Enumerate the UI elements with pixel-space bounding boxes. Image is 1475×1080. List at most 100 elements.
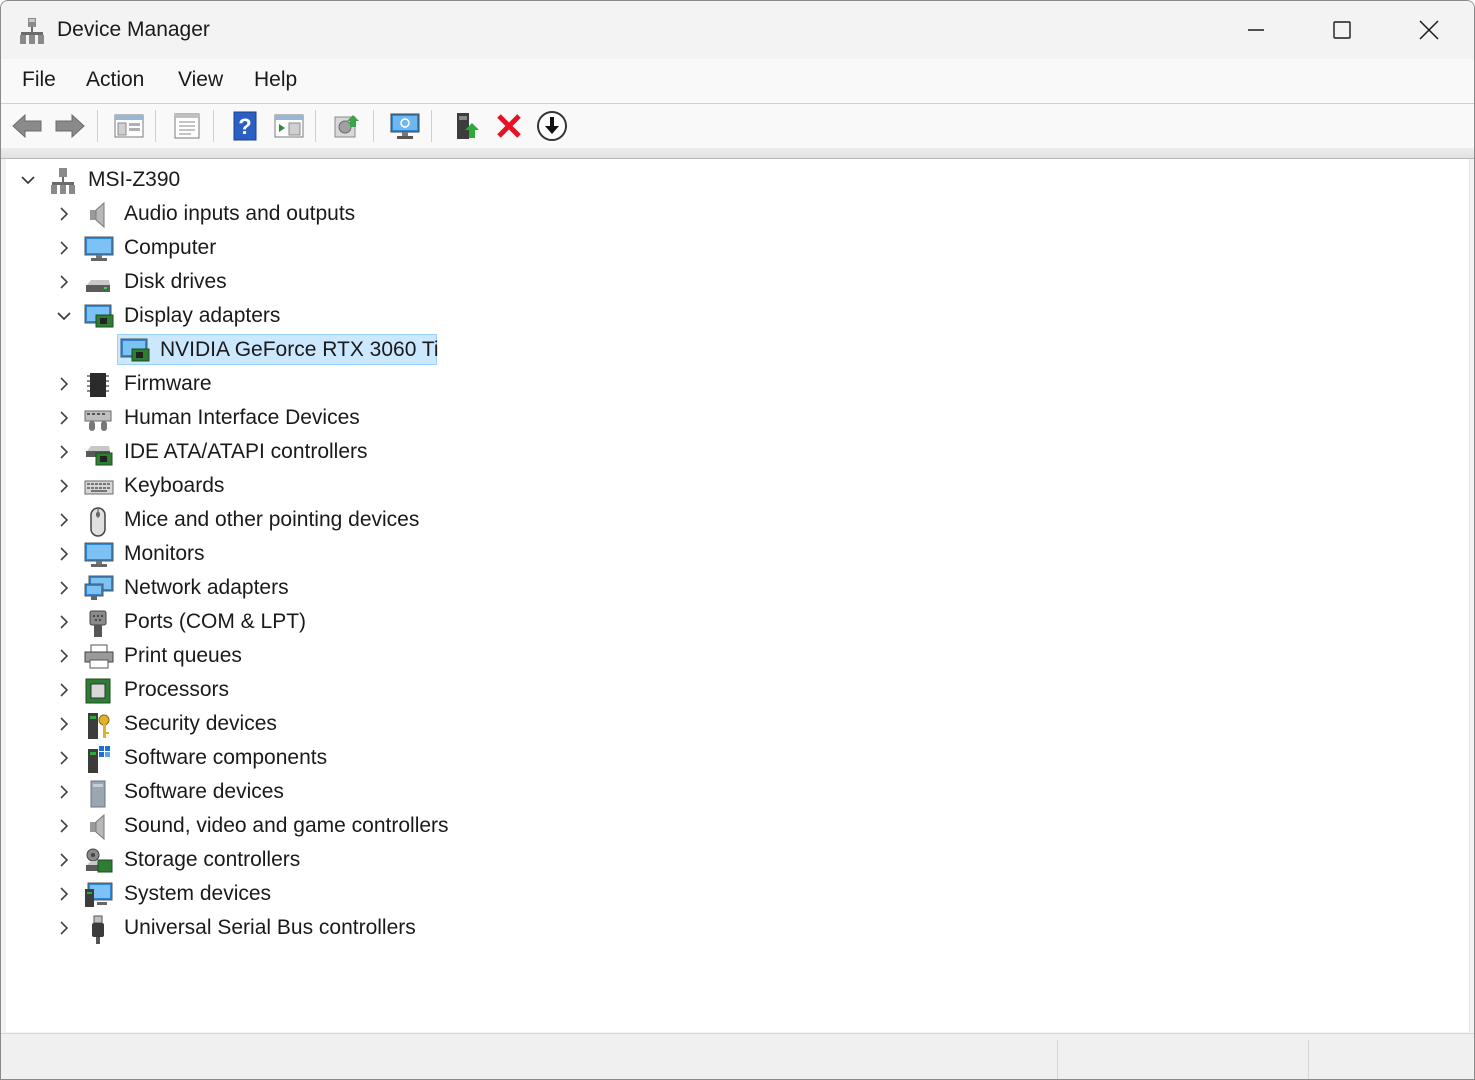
- toolbar-divider: [1, 148, 1474, 159]
- menu-help[interactable]: Help: [254, 68, 297, 92]
- chevron-right-icon[interactable]: [57, 241, 71, 255]
- tree-category-software-devices[interactable]: Software devices: [6, 775, 1469, 809]
- tree-category-processors[interactable]: Processors: [6, 673, 1469, 707]
- tree-category-monitors[interactable]: Monitors: [6, 537, 1469, 571]
- status-bar: [1, 1033, 1474, 1079]
- security-key-icon: [84, 711, 112, 739]
- chevron-right-icon[interactable]: [57, 513, 71, 527]
- software-component-icon: [84, 745, 112, 773]
- tree-category-label: Monitors: [124, 542, 205, 565]
- forward-arrow-icon[interactable]: [52, 108, 88, 144]
- tree-category-label: Mice and other pointing devices: [124, 508, 420, 531]
- scan-hardware-changes-icon[interactable]: [387, 108, 423, 144]
- chevron-right-icon[interactable]: [57, 377, 71, 391]
- minimize-icon: [1248, 29, 1264, 31]
- tree-category-hid[interactable]: Human Interface Devices: [6, 401, 1469, 435]
- chevron-right-icon[interactable]: [57, 445, 71, 459]
- storage-controller-icon: [84, 847, 113, 873]
- keyboard-icon: [84, 473, 114, 499]
- chevron-right-icon[interactable]: [57, 819, 71, 833]
- display-adapter-icon: [120, 337, 150, 363]
- chevron-right-icon[interactable]: [57, 581, 71, 595]
- tree-category-label: Processors: [124, 678, 230, 701]
- tree-category-system-devices[interactable]: System devices: [6, 877, 1469, 911]
- tree-category-label: Print queues: [124, 644, 242, 667]
- chevron-right-icon[interactable]: [57, 649, 71, 663]
- window-title: Device Manager: [57, 18, 210, 41]
- show-action-pane-icon[interactable]: [271, 108, 307, 144]
- uninstall-device-icon[interactable]: [491, 108, 527, 144]
- tree-category-computer[interactable]: Computer: [6, 231, 1469, 265]
- tree-category-ide[interactable]: IDE ATA/ATAPI controllers: [6, 435, 1469, 469]
- svg-text:?: ?: [238, 114, 251, 139]
- tree-category-audio[interactable]: Audio inputs and outputs: [6, 197, 1469, 231]
- chevron-right-icon[interactable]: [57, 717, 71, 731]
- add-legacy-hardware-icon[interactable]: [449, 108, 485, 144]
- close-button[interactable]: [1386, 1, 1472, 59]
- chevron-down-icon[interactable]: [21, 173, 35, 187]
- tree-category-label: Network adapters: [124, 576, 289, 599]
- speaker-icon: [84, 201, 112, 229]
- tree-category-label: Firmware: [124, 372, 212, 395]
- tree-category-label: Software devices: [124, 780, 284, 803]
- chevron-right-icon[interactable]: [57, 887, 71, 901]
- back-arrow-icon[interactable]: [9, 108, 45, 144]
- tree-category-firmware[interactable]: Firmware: [6, 367, 1469, 401]
- show-hide-console-tree-icon[interactable]: [111, 108, 147, 144]
- firmware-chip-icon: [84, 371, 112, 397]
- device-tree[interactable]: MSI-Z390 Audio inputs and outputs Comput…: [6, 159, 1470, 1032]
- ide-controller-icon: [84, 439, 113, 466]
- tree-device-label: NVIDIA GeForce RTX 3060 Ti: [160, 338, 439, 361]
- status-bar-divider: [1308, 1040, 1309, 1079]
- tree-category-storage-controllers[interactable]: Storage controllers: [6, 843, 1469, 877]
- mouse-icon: [84, 507, 112, 537]
- tree-category-usb-controllers[interactable]: Universal Serial Bus controllers: [6, 911, 1469, 945]
- chevron-right-icon[interactable]: [57, 615, 71, 629]
- port-icon: [84, 609, 112, 637]
- chevron-right-icon[interactable]: [57, 853, 71, 867]
- menu-view[interactable]: View: [178, 68, 223, 92]
- tree-device-nvidia-gpu[interactable]: NVIDIA GeForce RTX 3060 Ti: [6, 333, 1469, 367]
- title-bar[interactable]: Device Manager: [1, 1, 1474, 59]
- tree-category-label: Sound, video and game controllers: [124, 814, 449, 837]
- tree-category-software-components[interactable]: Software components: [6, 741, 1469, 775]
- tree-category-ports[interactable]: Ports (COM & LPT): [6, 605, 1469, 639]
- menu-action[interactable]: Action: [86, 68, 144, 92]
- status-bar-divider: [1057, 1040, 1058, 1079]
- monitor-icon: [84, 541, 114, 567]
- minimize-button[interactable]: [1213, 1, 1299, 59]
- chevron-right-icon[interactable]: [57, 207, 71, 221]
- tree-category-label: Ports (COM & LPT): [124, 610, 307, 633]
- tree-category-label: Software components: [124, 746, 328, 769]
- menu-file[interactable]: File: [22, 68, 56, 92]
- chevron-right-icon[interactable]: [57, 921, 71, 935]
- disable-device-icon[interactable]: [534, 108, 570, 144]
- tree-category-network-adapters[interactable]: Network adapters: [6, 571, 1469, 605]
- tree-category-label: Display adapters: [124, 304, 281, 327]
- tree-category-label: Security devices: [124, 712, 277, 735]
- tree-category-mice[interactable]: Mice and other pointing devices: [6, 503, 1469, 537]
- chevron-right-icon[interactable]: [57, 683, 71, 697]
- tree-category-sound-video-game[interactable]: Sound, video and game controllers: [6, 809, 1469, 843]
- chevron-right-icon[interactable]: [57, 547, 71, 561]
- chevron-right-icon[interactable]: [57, 275, 71, 289]
- help-icon[interactable]: ?: [227, 108, 263, 144]
- tree-root[interactable]: MSI-Z390: [6, 163, 1469, 197]
- tree-category-security-devices[interactable]: Security devices: [6, 707, 1469, 741]
- tree-category-disk-drives[interactable]: Disk drives: [6, 265, 1469, 299]
- tree-category-label: IDE ATA/ATAPI controllers: [124, 440, 368, 463]
- tree-category-print-queues[interactable]: Print queues: [6, 639, 1469, 673]
- maximize-button[interactable]: [1299, 1, 1385, 59]
- chevron-right-icon[interactable]: [57, 479, 71, 493]
- update-driver-icon[interactable]: [329, 108, 365, 144]
- properties-icon[interactable]: [169, 108, 205, 144]
- tree-category-display-adapters[interactable]: Display adapters: [6, 299, 1469, 333]
- processor-icon: [84, 677, 112, 704]
- tree-category-label: Storage controllers: [124, 848, 301, 871]
- chevron-right-icon[interactable]: [57, 751, 71, 765]
- chevron-right-icon[interactable]: [57, 785, 71, 799]
- tree-category-keyboards[interactable]: Keyboards: [6, 469, 1469, 503]
- chevron-right-icon[interactable]: [57, 411, 71, 425]
- menu-bar: File Action View Help: [1, 59, 1474, 104]
- chevron-down-icon[interactable]: [57, 309, 71, 323]
